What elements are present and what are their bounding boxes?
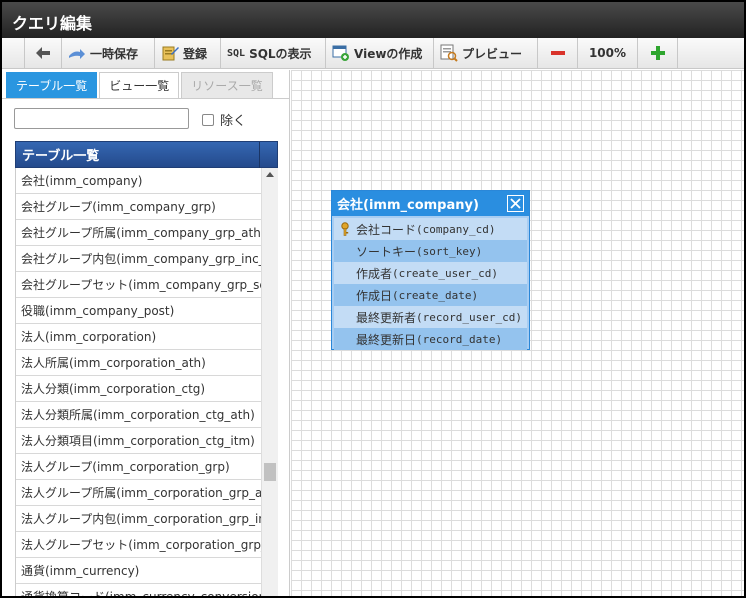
column-label: 作成日 bbox=[356, 288, 393, 303]
title-bar: クエリ編集 bbox=[2, 2, 744, 38]
column-code: (record_user_cd) bbox=[416, 310, 522, 324]
entity-column-row[interactable]: ソートキー (sort_key) bbox=[334, 240, 527, 262]
table-row[interactable]: 法人分類(imm_corporation_ctg) bbox=[16, 376, 261, 402]
column-label: 作成者 bbox=[356, 266, 393, 281]
table-row[interactable]: 会社グループ所属(imm_company_grp_ath) bbox=[16, 220, 261, 246]
plus-icon bbox=[649, 44, 667, 62]
preview-label: プレビュー bbox=[462, 46, 523, 61]
sql-display-button[interactable]: SQL SQLの表示 bbox=[221, 38, 326, 68]
sql-icon: SQL bbox=[227, 47, 246, 59]
register-label: 登録 bbox=[183, 46, 208, 61]
table-list: 会社(imm_company) 会社グループ(imm_company_grp) … bbox=[15, 168, 261, 596]
close-icon[interactable] bbox=[507, 195, 524, 212]
tab-resource-list: リソース一覧 bbox=[181, 72, 273, 98]
exclude-option[interactable]: 除く bbox=[202, 110, 246, 129]
column-code: (create_user_cd) bbox=[392, 266, 498, 280]
scroll-thumb[interactable] bbox=[264, 463, 276, 481]
minus-icon bbox=[549, 44, 567, 62]
tab-view-list[interactable]: ビュー一覧 bbox=[99, 72, 180, 98]
table-list-header: テーブル一覧 bbox=[15, 141, 278, 169]
table-row[interactable]: 法人分類項目(imm_corporation_ctg_itm) bbox=[16, 428, 261, 454]
table-row[interactable]: 法人所属(imm_corporation_ath) bbox=[16, 350, 261, 376]
entity-column-row[interactable]: 会社コード (company_cd) bbox=[334, 218, 527, 240]
table-row[interactable]: 役職(imm_company_post) bbox=[16, 298, 261, 324]
table-row[interactable]: 法人(imm_corporation) bbox=[16, 324, 261, 350]
view-create-label: Viewの作成 bbox=[354, 46, 423, 61]
column-label: 最終更新日 bbox=[356, 332, 417, 347]
table-row[interactable]: 法人グループセット(imm_corporation_grp_s bbox=[16, 532, 261, 558]
key-icon bbox=[338, 222, 352, 236]
sql-display-label: SQLの表示 bbox=[249, 46, 312, 61]
toolbar: 一時保存 登録 SQL SQLの表示 Viewの作成 プレビュー 100% bbox=[2, 38, 744, 69]
scroll-up-arrow-icon[interactable] bbox=[266, 172, 274, 177]
column-label: 最終更新者 bbox=[356, 310, 417, 325]
save-icon bbox=[68, 44, 86, 62]
zoom-in-button[interactable] bbox=[638, 38, 678, 68]
window-title: クエリ編集 bbox=[12, 14, 93, 33]
table-filter-input[interactable] bbox=[14, 108, 189, 129]
tab-table-list[interactable]: テーブル一覧 bbox=[6, 72, 98, 98]
column-code: (create_date) bbox=[392, 288, 479, 302]
table-row[interactable]: 通貨換算コード(imm_currency_conversion) bbox=[16, 584, 261, 596]
table-row[interactable]: 法人グループ内包(imm_corporation_grp_inc_ bbox=[16, 506, 261, 532]
preview-icon bbox=[440, 44, 458, 62]
table-row[interactable]: 通貨(imm_currency) bbox=[16, 558, 261, 584]
column-label: 会社コード bbox=[356, 222, 417, 237]
entity-box-imm-company[interactable]: 会社(imm_company) 会社コード (company_cd) ソートキー… bbox=[331, 190, 530, 350]
entity-column-row[interactable]: 作成者 (create_user_cd) bbox=[334, 262, 527, 284]
zoom-level: 100% bbox=[578, 38, 638, 68]
zoom-out-button[interactable] bbox=[538, 38, 578, 68]
entity-columns: 会社コード (company_cd) ソートキー (sort_key) 作成者 … bbox=[334, 218, 527, 350]
view-create-icon bbox=[332, 44, 350, 62]
save-button[interactable]: 一時保存 bbox=[62, 38, 155, 68]
preview-button[interactable]: プレビュー bbox=[434, 38, 538, 68]
table-row[interactable]: 会社グループセット(imm_company_grp_set bbox=[16, 272, 261, 298]
column-label: ソートキー bbox=[356, 244, 417, 259]
table-list-header-label: テーブル一覧 bbox=[22, 149, 100, 164]
view-create-button[interactable]: Viewの作成 bbox=[326, 38, 434, 68]
zoom-level-text: 100% bbox=[588, 46, 627, 60]
entity-column-row[interactable]: 最終更新日 (record_date) bbox=[334, 328, 527, 350]
register-button[interactable]: 登録 bbox=[155, 38, 221, 68]
column-code: (sort_key) bbox=[416, 244, 483, 258]
column-code: (company_cd) bbox=[416, 222, 496, 236]
panel-tabs: テーブル一覧 ビュー一覧 リソース一覧 bbox=[6, 72, 273, 98]
app-window: クエリ編集 一時保存 登録 SQL SQLの表示 Viewの作成 プレビュー 1… bbox=[0, 0, 746, 598]
entity-title: 会社(imm_company) bbox=[337, 198, 479, 213]
register-icon bbox=[161, 44, 179, 62]
table-row[interactable]: 会社グループ(imm_company_grp) bbox=[16, 194, 261, 220]
table-list-scrollbar[interactable] bbox=[261, 168, 278, 596]
header-column-divider bbox=[259, 142, 260, 169]
exclude-label: 除く bbox=[220, 114, 247, 129]
entity-column-row[interactable]: 最終更新者 (record_user_cd) bbox=[334, 306, 527, 328]
back-button[interactable] bbox=[24, 38, 62, 68]
table-row[interactable]: 法人グループ所属(imm_corporation_grp_ath bbox=[16, 480, 261, 506]
tab-divider bbox=[2, 98, 289, 99]
table-row[interactable]: 法人グループ(imm_corporation_grp) bbox=[16, 454, 261, 480]
table-row[interactable]: 法人分類所属(imm_corporation_ctg_ath) bbox=[16, 402, 261, 428]
column-code: (record_date) bbox=[416, 332, 503, 346]
exclude-checkbox[interactable] bbox=[202, 113, 214, 126]
left-panel: テーブル一覧 ビュー一覧 リソース一覧 除く テーブル一覧 会社(imm_com… bbox=[2, 70, 290, 596]
arrow-left-icon bbox=[34, 44, 52, 62]
entity-column-row[interactable]: 作成日 (create_date) bbox=[334, 284, 527, 306]
save-label: 一時保存 bbox=[90, 46, 139, 61]
table-row[interactable]: 会社(imm_company) bbox=[16, 168, 261, 194]
table-row[interactable]: 会社グループ内包(imm_company_grp_inc_a bbox=[16, 246, 261, 272]
entity-header[interactable]: 会社(imm_company) bbox=[332, 191, 529, 216]
